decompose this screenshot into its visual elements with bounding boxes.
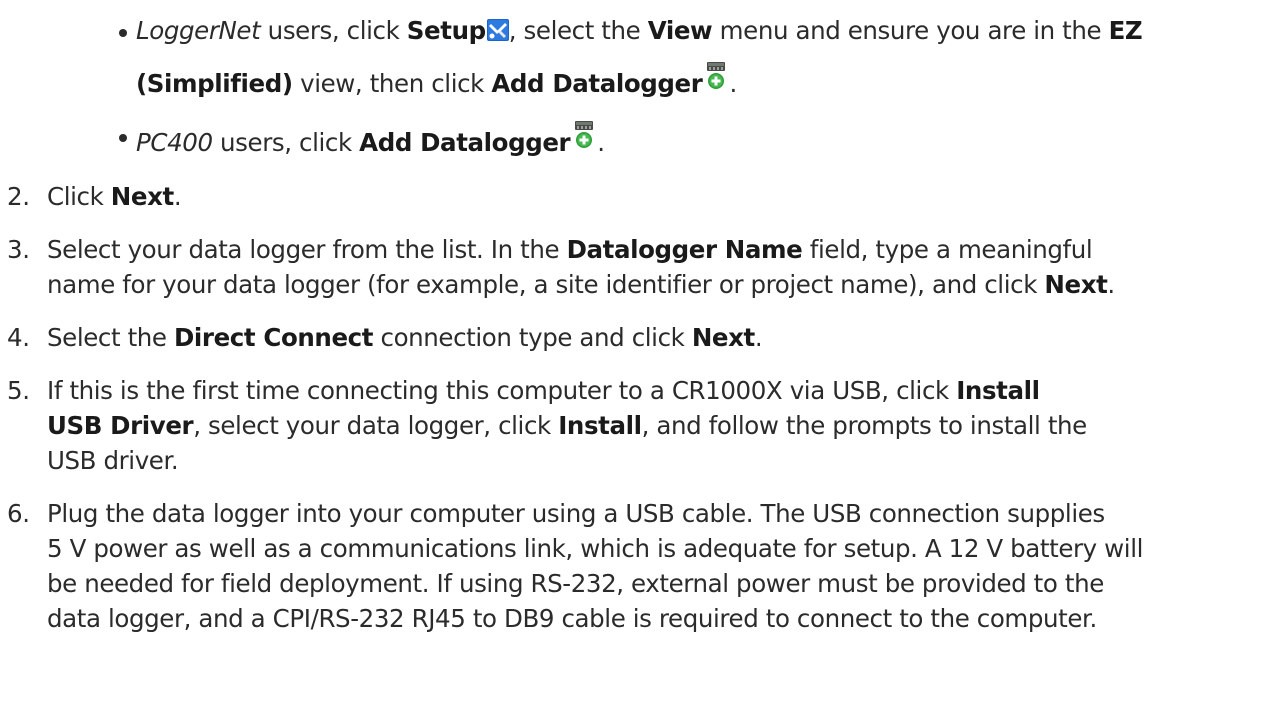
step-number: 4.	[7, 323, 30, 352]
document-page: LoggerNet users, click Setup, select the…	[0, 0, 1286, 706]
step-3-line-1: Select your data logger from the list. I…	[47, 235, 1093, 264]
datalogger-name-field-label: Datalogger Name	[566, 235, 803, 264]
bullet-loggernet-line-1: LoggerNet users, click Setup, select the…	[136, 16, 1143, 45]
step-6-line-1: Plug the data logger into your computer …	[47, 499, 1105, 528]
step-4-line-1: Select the Direct Connect connection typ…	[47, 323, 763, 352]
step-6-line-2: 5 V power as well as a communications li…	[47, 534, 1144, 563]
direct-connect-label: Direct Connect	[173, 323, 374, 352]
install-label: Install	[956, 376, 1040, 405]
step-6-line-3: be needed for field deployment. If using…	[47, 569, 1104, 598]
setup-label: Setup	[406, 16, 486, 45]
app-name-loggernet: LoggerNet	[136, 16, 261, 45]
step-number: 2.	[7, 182, 30, 211]
ez-label: EZ	[1108, 16, 1143, 45]
add-datalogger-icon	[571, 121, 597, 149]
setup-icon	[486, 18, 509, 41]
install-label: Install	[558, 411, 642, 440]
usb-driver-label: USB Driver	[47, 411, 194, 440]
bullet-pc400-line-1: PC400 users, click Add Datalogger.	[136, 121, 605, 158]
step-5-line-1: If this is the first time connecting thi…	[47, 376, 1040, 405]
step-number: 5.	[7, 376, 30, 405]
step-3-line-2: name for your data logger (for example, …	[47, 270, 1115, 299]
bullet-loggernet-line-2: (Simplified) view, then click Add Datalo…	[136, 62, 737, 99]
step-5-line-3: USB driver.	[47, 446, 179, 475]
bullet-dot	[119, 134, 127, 142]
add-datalogger-label: Add Datalogger	[491, 69, 703, 98]
step-6-line-4: data logger, and a CPI/RS-232 RJ45 to DB…	[47, 604, 1097, 633]
step-number: 6.	[7, 499, 30, 528]
add-datalogger-icon	[703, 62, 729, 90]
next-label: Next	[691, 323, 755, 352]
step-2-line-1: Click Next.	[47, 182, 182, 211]
step-number: 3.	[7, 235, 30, 264]
bullet-dot	[119, 29, 127, 37]
step-5-line-2: USB Driver, select your data logger, cli…	[47, 411, 1087, 440]
view-menu-label: View	[647, 16, 713, 45]
simplified-label: (Simplified)	[136, 69, 293, 98]
next-label: Next	[1044, 270, 1108, 299]
app-name-pc400: PC400	[136, 128, 213, 157]
add-datalogger-label: Add Datalogger	[359, 128, 571, 157]
next-label: Next	[110, 182, 174, 211]
